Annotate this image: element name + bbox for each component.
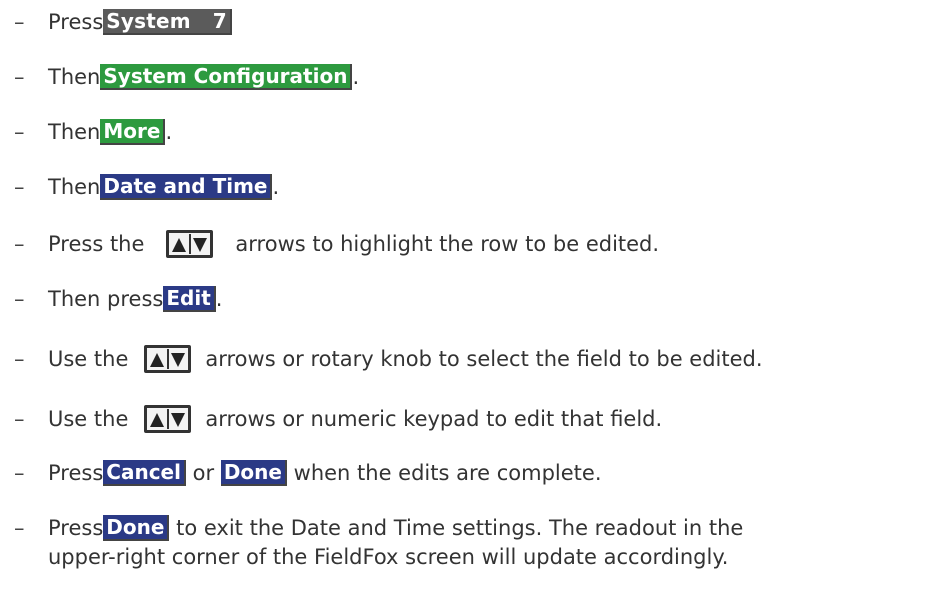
more-softkey: More (100, 119, 166, 145)
step-1: – Press System 7 (14, 9, 232, 35)
step-text: Then (48, 120, 101, 144)
step-7: – Use the arrows or rotary knob to selec… (14, 345, 763, 373)
step-3: – Then More . (14, 119, 172, 145)
edit-softkey: Edit (163, 286, 216, 312)
step-text: Use the (48, 347, 129, 371)
bullet-dash: – (14, 347, 25, 371)
up-down-arrow-keys-icon (144, 345, 192, 373)
system-configuration-softkey: System Configuration (100, 64, 353, 90)
step-5: – Press the arrows to highlight the row … (14, 230, 659, 258)
step-text: Press (48, 516, 104, 540)
step-text: Then press (48, 287, 164, 311)
step-10: – Press Done to exit the Date and Time s… (14, 515, 743, 541)
up-down-arrow-keys-icon (166, 230, 214, 258)
step-text-post: . (215, 287, 223, 311)
step-8: – Use the arrows or numeric keypad to ed… (14, 405, 662, 433)
bullet-dash: – (14, 175, 25, 199)
bullet-dash: – (14, 232, 25, 256)
bullet-dash: – (14, 516, 25, 540)
step-text: Press the (48, 232, 145, 256)
step-text-post: to exit the Date and Time settings. The … (169, 516, 744, 540)
bullet-dash: – (14, 461, 25, 485)
step-text-post: . (165, 120, 173, 144)
step-9: – Press Cancel or Done when the edits ar… (14, 460, 602, 486)
step-2: – Then System Configuration . (14, 64, 359, 90)
cancel-softkey: Cancel (103, 460, 186, 486)
step-text-post: arrows or numeric keypad to edit that fi… (205, 407, 663, 431)
step-text-post: arrows to highlight the row to be edited… (235, 232, 660, 256)
step-text: Press (48, 10, 104, 34)
bullet-dash: – (14, 120, 25, 144)
step-text: Use the (48, 407, 129, 431)
step-4: – Then Date and Time . (14, 174, 279, 200)
step-text-mid: or (185, 461, 221, 485)
bullet-dash: – (14, 65, 25, 89)
bullet-dash: – (14, 287, 25, 311)
step-text: Then (48, 65, 101, 89)
bullet-dash: – (14, 10, 25, 34)
date-and-time-softkey: Date and Time (100, 174, 273, 200)
done-softkey: Done (103, 515, 170, 541)
done-softkey: Done (220, 460, 287, 486)
bullet-dash: – (14, 407, 25, 431)
system-key: System 7 (103, 9, 232, 35)
step-text-post: . (272, 175, 280, 199)
step-text: Then (48, 175, 101, 199)
step-text: Press (48, 461, 104, 485)
step-text-post: when the edits are complete. (286, 461, 602, 485)
step-text-post: arrows or rotary knob to select the fiel… (205, 347, 763, 371)
step-text-post: . (352, 65, 360, 89)
step-6: – Then press Edit . (14, 286, 222, 312)
up-down-arrow-keys-icon (144, 405, 192, 433)
step-10-continuation: upper-right corner of the FieldFox scree… (48, 545, 729, 569)
